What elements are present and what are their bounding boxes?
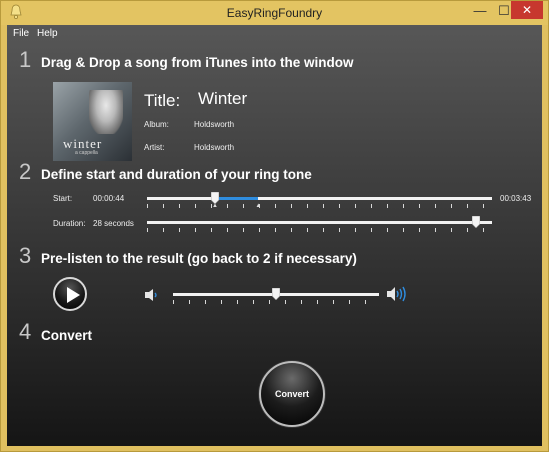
duration-label: Duration: [53, 219, 86, 228]
window-title: EasyRingFoundry [226, 6, 323, 20]
start-slider-track [147, 197, 492, 200]
end-time: 00:03:43 [500, 194, 532, 203]
volume-slider[interactable] [173, 287, 379, 307]
step-1-title: Drag & Drop a song from iTunes into the … [41, 55, 354, 70]
start-label: Start: [53, 194, 73, 203]
start-slider[interactable]: ▲ ▲ [147, 191, 492, 211]
duration-slider-track [147, 221, 492, 224]
step-3-title: Pre-listen to the result (go back to 2 i… [41, 251, 357, 266]
title-label: Title: [144, 91, 181, 110]
album-art-figure [89, 90, 123, 134]
start-time: 00:00:44 [93, 194, 125, 203]
close-button[interactable]: ✕ [511, 1, 543, 19]
step-4-title: Convert [41, 328, 93, 343]
speaker-low-icon[interactable] [143, 287, 163, 303]
play-icon [67, 287, 80, 303]
menu-file[interactable]: File [13, 28, 29, 39]
volume-slider-thumb[interactable] [272, 288, 280, 300]
title-bar[interactable]: EasyRingFoundry — ☐ ✕ [1, 1, 548, 25]
album-art-subtitle: a cappella [75, 150, 98, 156]
start-marker: ▲ [211, 203, 218, 209]
app-window: EasyRingFoundry — ☐ ✕ File Help 1 Drag &… [0, 0, 549, 452]
duration-slider-ticks [147, 228, 492, 232]
step-2-number: 2 [19, 159, 32, 184]
speaker-high-icon[interactable] [385, 285, 409, 303]
step-1-number: 1 [19, 47, 32, 72]
artist-label: Artist: [144, 143, 165, 152]
convert-button[interactable]: Convert [259, 361, 325, 427]
album-value: Holdsworth [194, 120, 235, 129]
menu-help[interactable]: Help [37, 28, 58, 39]
convert-button-label: Convert [274, 389, 309, 399]
duration-value: 28 seconds [93, 219, 134, 228]
artist-value: Holdsworth [194, 143, 235, 152]
menu-bar: File Help [7, 25, 542, 42]
play-button[interactable] [53, 277, 87, 311]
step-3-number: 3 [19, 243, 32, 268]
step-2-title: Define start and duration of your ring t… [41, 167, 312, 182]
main-panel: File Help 1 Drag & Drop a song from iTun… [7, 25, 542, 446]
duration-slider-thumb[interactable] [472, 216, 481, 228]
end-marker: ▲ [255, 203, 262, 209]
album-label: Album: [144, 120, 169, 129]
step-4-number: 4 [19, 319, 32, 344]
start-slider-ticks [147, 204, 492, 208]
duration-slider[interactable] [147, 215, 492, 235]
title-value: Winter [198, 89, 248, 108]
selection-range [214, 197, 259, 200]
minimize-button[interactable]: — [467, 1, 493, 21]
volume-slider-ticks [173, 300, 379, 304]
album-art: winter a cappella [53, 82, 132, 161]
